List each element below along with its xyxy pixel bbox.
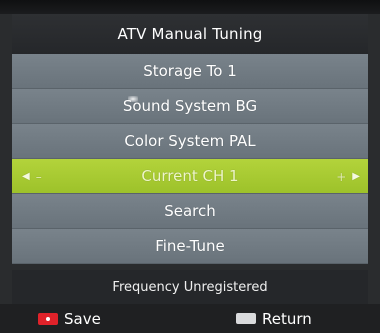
decrease-control[interactable]: ◀ – xyxy=(22,159,42,194)
menu-item-color-system[interactable]: Color System PAL xyxy=(12,124,368,159)
increase-control[interactable]: + ▶ xyxy=(336,159,360,194)
menu-title-text: ATV Manual Tuning xyxy=(117,25,263,43)
tuning-menu: Storage To 1 Sound System BG Color Syste… xyxy=(12,54,368,264)
footer-bar: Save Return xyxy=(0,304,380,333)
menu-item-current-channel[interactable]: ◀ – Current CH 1 + ▶ xyxy=(12,159,368,194)
menu-title: ATV Manual Tuning xyxy=(12,14,368,54)
return-label: Return xyxy=(262,309,312,328)
menu-item-label: Storage To 1 xyxy=(143,62,237,80)
menu-item-storage[interactable]: Storage To 1 xyxy=(12,54,368,89)
menu-item-label: Current CH 1 xyxy=(141,167,239,185)
menu-item-label: Color System PAL xyxy=(124,132,256,150)
menu-item-label: Sound System BG xyxy=(122,97,258,115)
menu-key-icon xyxy=(236,313,256,324)
chevron-left-icon: ◀ xyxy=(22,171,30,182)
status-message: Frequency Unregistered xyxy=(12,270,368,304)
menu-item-search[interactable]: Search xyxy=(12,194,368,229)
menu-item-label: Fine-Tune xyxy=(155,237,225,255)
save-label: Save xyxy=(64,309,101,328)
menu-item-sound-system[interactable]: Sound System BG xyxy=(12,89,368,124)
return-button[interactable]: Return xyxy=(236,304,312,333)
top-bezel xyxy=(0,0,380,14)
chevron-right-icon: ▶ xyxy=(352,171,360,182)
status-text: Frequency Unregistered xyxy=(112,279,268,295)
red-key-icon xyxy=(38,312,58,325)
menu-item-fine-tune[interactable]: Fine-Tune xyxy=(12,229,368,264)
menu-item-label: Search xyxy=(164,202,216,220)
minus-icon: – xyxy=(35,169,42,184)
screen-glare xyxy=(128,96,138,102)
save-button[interactable]: Save xyxy=(38,304,101,333)
plus-icon: + xyxy=(336,169,347,184)
tv-osd-screen: ATV Manual Tuning Storage To 1 Sound Sys… xyxy=(0,0,380,333)
